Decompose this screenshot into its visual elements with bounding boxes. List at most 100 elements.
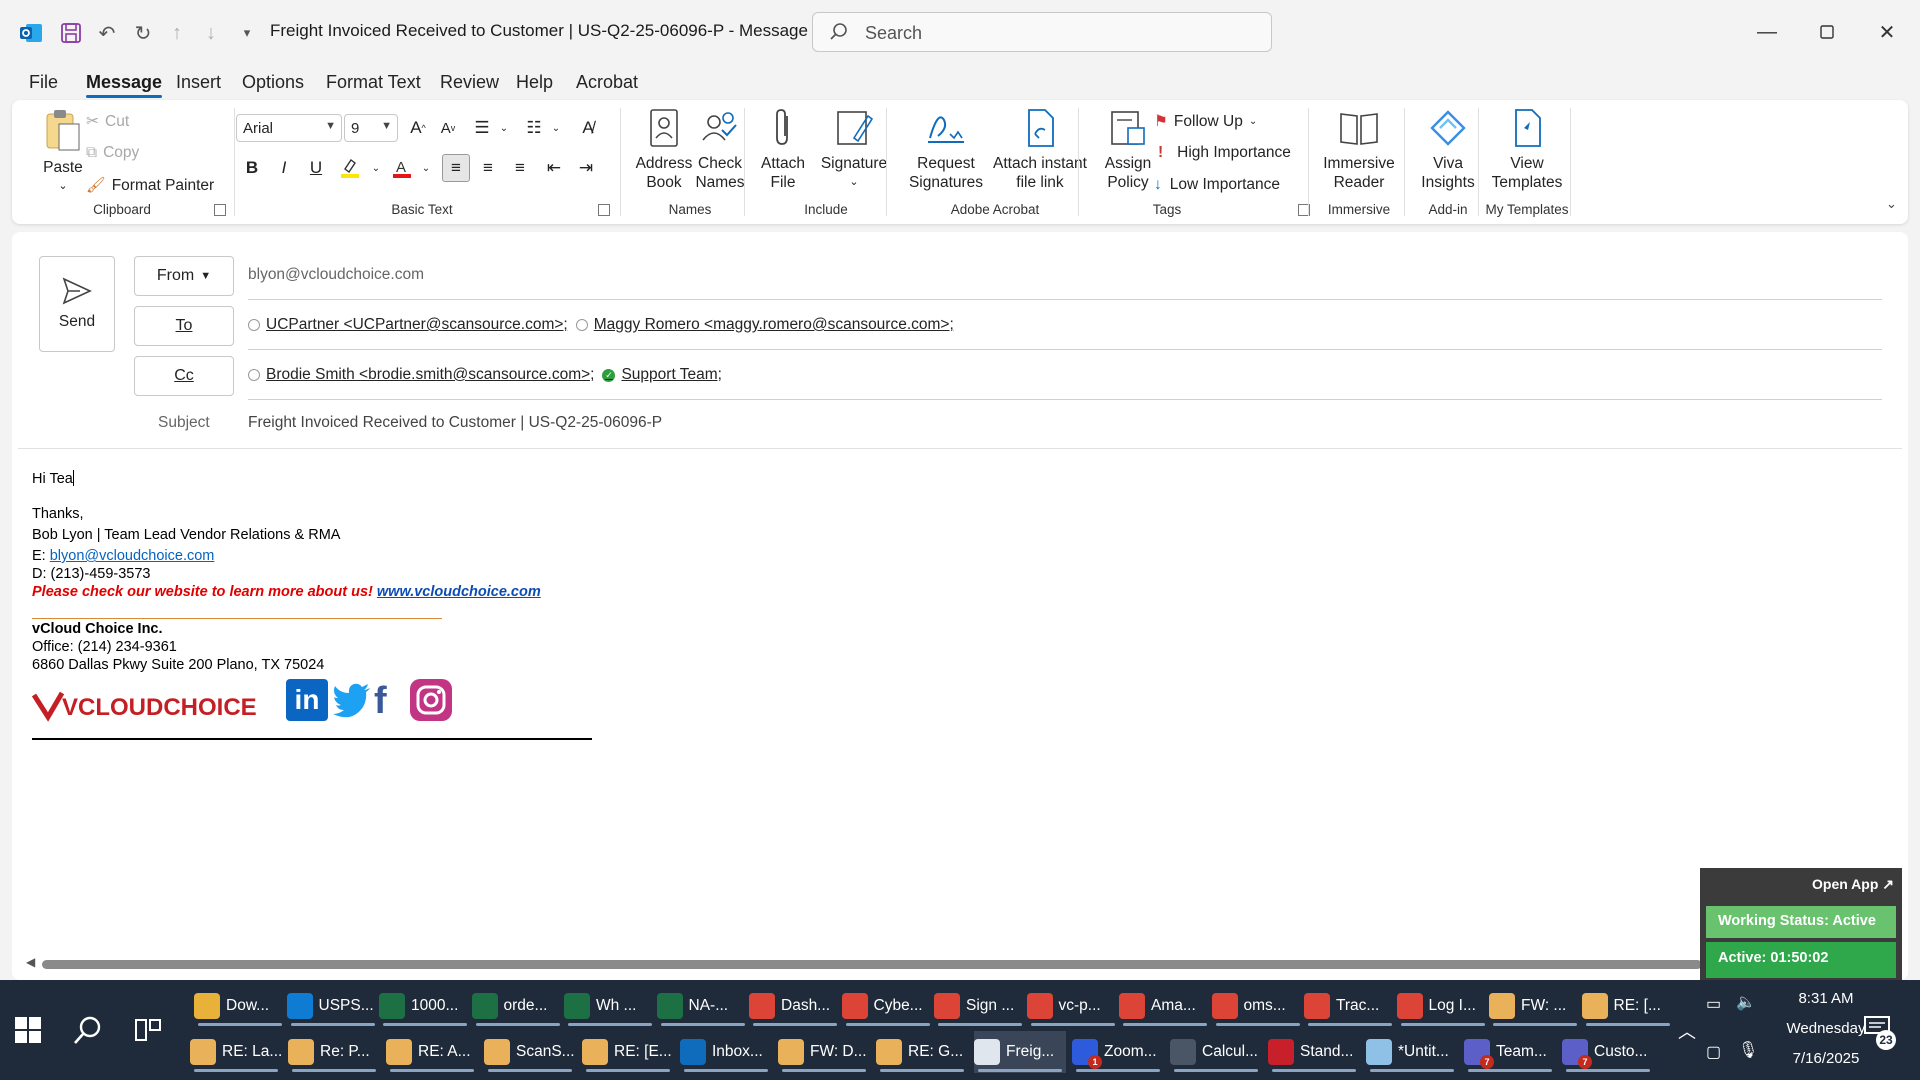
- taskbar-item[interactable]: RE: [...: [1581, 985, 1674, 1027]
- taskbar-item[interactable]: 1000...: [379, 985, 471, 1027]
- grow-font-icon[interactable]: A ^: [404, 114, 432, 142]
- tab-message[interactable]: Message: [86, 72, 163, 98]
- from-button[interactable]: From ▼: [134, 256, 234, 296]
- underline-icon[interactable]: U: [302, 154, 330, 182]
- from-field[interactable]: blyon@vcloudchoice.com: [248, 266, 424, 284]
- taskbar-item[interactable]: Stand...: [1268, 1031, 1360, 1073]
- recipient-chip[interactable]: Maggy Romero <maggy.romero@scansource.co…: [575, 316, 954, 334]
- horizontal-scrollbar[interactable]: ◀: [20, 955, 1710, 971]
- taskbar-item[interactable]: 7 Team...: [1464, 1031, 1556, 1073]
- recipient-chip[interactable]: UCPartner <UCPartner@scansource.com>;: [248, 316, 568, 334]
- recipient-chip[interactable]: Brodie Smith <brodie.smith@scansource.co…: [248, 366, 594, 384]
- cc-field[interactable]: Brodie Smith <brodie.smith@scansource.co…: [248, 366, 730, 384]
- highlight-icon[interactable]: [336, 154, 364, 182]
- customize-toolbar-icon[interactable]: ▾: [234, 20, 260, 46]
- clock-date[interactable]: 7/16/2025: [1776, 1050, 1876, 1067]
- linkedin-icon[interactable]: in: [286, 679, 328, 721]
- taskbar-item[interactable]: USPS...: [286, 985, 379, 1027]
- tab-help[interactable]: Help: [516, 72, 553, 93]
- scroll-left-icon[interactable]: ◀: [26, 955, 35, 969]
- taskbar-item[interactable]: RE: [E...: [582, 1031, 674, 1073]
- format-painter-button[interactable]: 🖌 Format Painter: [86, 176, 214, 195]
- taskbar-item[interactable]: 1 Zoom...: [1072, 1031, 1164, 1073]
- volume-icon[interactable]: 🔈: [1736, 992, 1756, 1012]
- maximize-button[interactable]: [1804, 14, 1850, 50]
- check-names-button[interactable]: Check Names: [680, 108, 760, 192]
- bullets-dropdown-icon[interactable]: ⌄: [490, 114, 518, 142]
- send-button[interactable]: Send: [39, 256, 115, 352]
- redo-icon[interactable]: ↻: [130, 20, 156, 46]
- microphone-icon[interactable]: 🎙: [1738, 1040, 1758, 1060]
- tab-format-text[interactable]: Format Text: [326, 72, 421, 93]
- taskbar-item[interactable]: Inbox...: [680, 1031, 772, 1073]
- tab-insert[interactable]: Insert: [176, 72, 221, 93]
- taskbar-item[interactable]: Re: P...: [288, 1031, 380, 1073]
- battery-icon[interactable]: ▭: [1706, 994, 1721, 1014]
- tab-options[interactable]: Options: [242, 72, 304, 93]
- align-right-icon[interactable]: ≡: [506, 154, 534, 182]
- taskbar-item[interactable]: Log I...: [1396, 985, 1489, 1027]
- tab-review[interactable]: Review: [440, 72, 499, 93]
- font-color-dropdown-icon[interactable]: ⌄: [412, 154, 440, 182]
- network-icon[interactable]: ▢: [1706, 1042, 1721, 1062]
- taskbar-item[interactable]: *Untit...: [1366, 1031, 1458, 1073]
- taskbar-item[interactable]: ScanS...: [484, 1031, 576, 1073]
- previous-item-icon[interactable]: ↑: [164, 20, 190, 46]
- next-item-icon[interactable]: ↓: [198, 20, 224, 46]
- taskbar-item[interactable]: Dow...: [194, 985, 286, 1027]
- taskbar-item[interactable]: FW: ...: [1489, 985, 1581, 1027]
- shrink-font-icon[interactable]: Av: [434, 114, 462, 142]
- taskbar-item[interactable]: RE: A...: [386, 1031, 478, 1073]
- clock-time[interactable]: 8:31 AM: [1776, 990, 1876, 1007]
- undo-icon[interactable]: ↶: [94, 20, 120, 46]
- decrease-indent-icon[interactable]: ⇤: [540, 154, 568, 182]
- font-size-select[interactable]: 9 ▼: [344, 114, 398, 142]
- signature-button[interactable]: Signature ⌄: [810, 108, 898, 192]
- to-button[interactable]: To: [134, 306, 234, 346]
- website-link[interactable]: www.vcloudchoice.com: [377, 584, 541, 600]
- scrollbar-thumb[interactable]: [42, 960, 1702, 969]
- taskbar-search-icon[interactable]: [72, 1014, 106, 1048]
- subject-field[interactable]: Freight Invoiced Received to Customer | …: [248, 414, 662, 432]
- cut-button[interactable]: ✂ Cut: [86, 112, 129, 131]
- taskbar-item[interactable]: Sign ...: [934, 985, 1026, 1027]
- attach-file-button[interactable]: Attach File: [750, 108, 816, 192]
- body-greeting[interactable]: Hi Tea: [32, 470, 74, 487]
- clear-formatting-icon[interactable]: A̸: [574, 114, 602, 142]
- taskbar-item[interactable]: Ama...: [1119, 985, 1211, 1027]
- instagram-icon[interactable]: [410, 679, 452, 721]
- immersive-reader-button[interactable]: Immersive Reader: [1314, 108, 1404, 192]
- taskbar-item[interactable]: oms...: [1211, 985, 1304, 1027]
- clipboard-launcher-icon[interactable]: [214, 204, 226, 216]
- view-templates-button[interactable]: View Templates: [1486, 108, 1568, 192]
- tab-acrobat[interactable]: Acrobat: [576, 72, 638, 93]
- to-field[interactable]: UCPartner <UCPartner@scansource.com>; Ma…: [248, 316, 962, 334]
- taskbar-item[interactable]: Cybe...: [841, 985, 934, 1027]
- start-icon[interactable]: [14, 1016, 46, 1048]
- open-app-button[interactable]: Open App ↗: [1812, 876, 1894, 893]
- search-input[interactable]: Search: [812, 12, 1272, 52]
- high-importance-button[interactable]: ! High Importance: [1158, 144, 1291, 162]
- taskbar-item[interactable]: RE: La...: [190, 1031, 282, 1073]
- facebook-icon[interactable]: f: [374, 681, 396, 721]
- tab-file[interactable]: File: [29, 72, 58, 93]
- recipient-chip[interactable]: ✓ Support Team;: [602, 366, 722, 384]
- close-button[interactable]: ✕: [1864, 14, 1910, 50]
- signature-email-link[interactable]: blyon@vcloudchoice.com: [50, 548, 215, 564]
- taskbar-item[interactable]: RE: G...: [876, 1031, 968, 1073]
- align-center-icon[interactable]: ≡: [474, 154, 502, 182]
- taskbar-item[interactable]: 7 Custo...: [1562, 1031, 1654, 1073]
- highlight-dropdown-icon[interactable]: ⌄: [362, 154, 390, 182]
- taskbar-item[interactable]: FW: D...: [778, 1031, 870, 1073]
- copy-button[interactable]: ⧉ Copy: [86, 144, 139, 162]
- align-left-icon[interactable]: ≡: [442, 154, 470, 182]
- taskbar-item[interactable]: Freig...: [974, 1031, 1066, 1073]
- increase-indent-icon[interactable]: ⇥: [572, 154, 600, 182]
- collapse-ribbon-icon[interactable]: ⌄: [1886, 196, 1897, 212]
- task-view-icon[interactable]: [134, 1016, 166, 1046]
- taskbar-item[interactable]: Dash...: [749, 985, 841, 1027]
- taskbar-item[interactable]: vc-p...: [1026, 985, 1119, 1027]
- taskbar-item[interactable]: Trac...: [1304, 985, 1396, 1027]
- low-importance-button[interactable]: ↓ Low Importance: [1154, 176, 1280, 194]
- cc-button[interactable]: Cc: [134, 356, 234, 396]
